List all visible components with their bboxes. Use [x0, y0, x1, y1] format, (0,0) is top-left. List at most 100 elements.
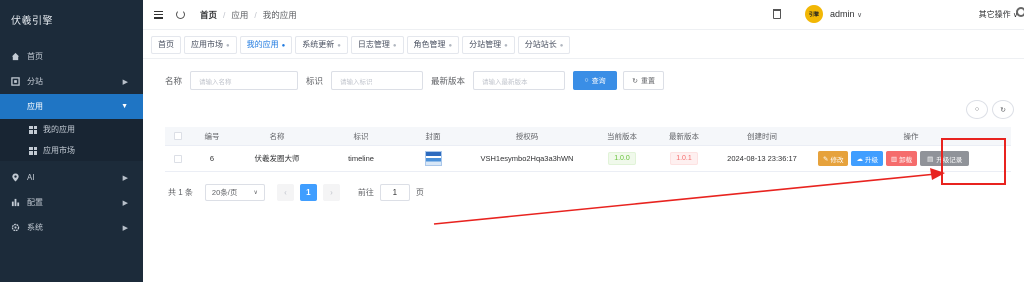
cell-id: 6: [209, 154, 215, 163]
sidebar-item-ai[interactable]: AI ▶: [0, 165, 143, 190]
tab-log-management[interactable]: 日志管理 ●: [350, 35, 404, 54]
toggle-search-button[interactable]: ○: [966, 100, 988, 119]
breadcrumb-apps: 应用: [231, 9, 249, 20]
prev-page-button[interactable]: ‹: [276, 184, 294, 201]
cell-created-at: 2024-08-13 23:36:17: [727, 154, 797, 163]
sidebar-item-label: 应用: [27, 102, 43, 111]
tab-substation-management[interactable]: 分站管理 ●: [462, 35, 515, 54]
tab-label: 日志管理: [357, 39, 390, 49]
edit-button[interactable]: ✎ 修改: [818, 151, 849, 166]
breadcrumb-home[interactable]: 首页: [200, 9, 217, 21]
goto-page-input[interactable]: 1: [379, 184, 410, 201]
refresh-table-button[interactable]: ↻: [992, 100, 1014, 119]
table-header: 编号 名称 标识 封面 授权码 当前版本 最新版本 创建时间 操作: [165, 127, 1011, 146]
chevron-right-icon: ▶: [122, 224, 128, 232]
tab-label: 应用市场: [191, 39, 223, 49]
breadcrumb-separator: /: [254, 9, 257, 20]
pagination: 共 1 条 20条/页 ∨ ‹ 1 › 前往 1 页: [168, 184, 424, 201]
tab-label: 首页: [158, 39, 174, 49]
tab-role-management[interactable]: 角色管理 ●: [406, 35, 460, 54]
reset-button[interactable]: ↻ 重置: [623, 71, 665, 90]
home-icon: [11, 52, 20, 61]
select-all-checkbox[interactable]: [174, 132, 182, 140]
sidebar-subitem-my-apps[interactable]: 我的应用: [0, 119, 143, 140]
upgrade-button[interactable]: ☁ 升级: [851, 151, 883, 166]
tab-label: 角色管理: [413, 39, 446, 49]
tab-label: 分站站长: [524, 39, 557, 49]
sidebar-item-apps[interactable]: 应用 ▼: [0, 94, 143, 119]
sidebar-item-home[interactable]: 首页: [0, 44, 143, 69]
tab-app-market[interactable]: 应用市场 ●: [184, 35, 237, 54]
sidebar-item-config[interactable]: 配置 ▶: [0, 190, 143, 215]
name-input[interactable]: 请输入名称: [190, 71, 299, 90]
column-header: 封面: [425, 131, 441, 141]
current-version-tag: 1.0.0: [608, 152, 636, 165]
cell-latest-version: 1.0.1: [655, 152, 713, 165]
cell-name: 伏羲发圈大师: [254, 154, 300, 163]
tab-home[interactable]: 首页: [151, 35, 181, 54]
cell-auth-code: VSH1esymbo2Hqa3a3hWN: [480, 154, 574, 163]
next-page-button[interactable]: ›: [322, 184, 340, 201]
select-all-cell: [165, 132, 191, 140]
user-menu[interactable]: admin ∨: [830, 9, 862, 19]
breadcrumb-separator: /: [223, 9, 226, 20]
page-size-select[interactable]: 20条/页 ∨: [204, 184, 265, 201]
close-icon[interactable]: ●: [337, 43, 341, 49]
latest-version-tag: 1.0.1: [670, 152, 698, 165]
cell-operations: ✎ 修改 ☁ 升级 ▥ 卸载 ▤ 升级记录: [811, 151, 1011, 166]
query-button-label: 查询: [591, 77, 606, 85]
tab-label: 我的应用: [246, 39, 279, 49]
calendar-icon: ▤: [927, 155, 934, 163]
chevron-right-icon: ▶: [122, 78, 128, 86]
sidebar-item-label: 首页: [27, 52, 43, 61]
row-checkbox[interactable]: [174, 154, 182, 163]
uninstall-button[interactable]: ▥ 卸载: [885, 151, 918, 166]
chevron-right-icon: ▶: [122, 199, 128, 207]
column-header: 操作: [903, 131, 919, 141]
tab-label: 系统更新: [302, 39, 335, 49]
menu-toggle-icon[interactable]: [154, 10, 163, 19]
annotation-arrow: [433, 173, 937, 225]
refresh-icon: ↻: [632, 77, 638, 85]
sidebar-item-label: 系统: [27, 223, 43, 232]
page-unit-label: 页: [415, 188, 424, 197]
sidebar-subitem-label: 应用市场: [43, 146, 75, 155]
ident-label: 标识: [306, 75, 324, 86]
close-icon[interactable]: ●: [393, 43, 397, 49]
chevron-down-icon: ∨: [857, 12, 863, 19]
close-icon[interactable]: ●: [504, 43, 508, 49]
close-icon[interactable]: ●: [226, 43, 230, 49]
close-icon[interactable]: ●: [560, 43, 564, 49]
refresh-icon[interactable]: [176, 10, 185, 19]
page-number[interactable]: 1: [299, 184, 317, 201]
cover-image[interactable]: [424, 151, 442, 166]
edit-button-label: 修改: [830, 156, 844, 164]
edit-icon: ✎: [823, 155, 829, 163]
close-icon[interactable]: ●: [449, 43, 453, 49]
avatar[interactable]: 引擎: [805, 5, 823, 23]
tab-substation-owner[interactable]: 分站站长 ●: [517, 35, 571, 54]
sidebar-item-substation[interactable]: 分站 ▶: [0, 69, 143, 94]
row-select-cell: [165, 154, 191, 163]
other-operations-dropdown[interactable]: 其它操作 ∨: [979, 9, 1018, 20]
sidebar-item-system[interactable]: 系统 ▶: [0, 215, 143, 240]
latest-version-input[interactable]: 请输入最新版本: [473, 71, 566, 90]
sidebar-subitem-app-market[interactable]: 应用市场: [0, 140, 143, 161]
apps-icon: [29, 146, 37, 155]
sidebar-item-label: AI: [27, 173, 35, 182]
cloud-upload-icon: ☁: [856, 155, 863, 163]
tab-my-apps[interactable]: 我的应用 ●: [239, 35, 293, 54]
apps-table: 编号 名称 标识 封面 授权码 当前版本 最新版本 创建时间 操作 6 伏羲发圈…: [165, 127, 1011, 172]
chevron-down-icon: ∨: [253, 190, 258, 196]
close-icon[interactable]: ●: [282, 43, 286, 49]
trash-icon[interactable]: [773, 9, 781, 19]
uninstall-button-label: 卸载: [899, 156, 913, 164]
other-operations-label: 其它操作: [978, 10, 1011, 19]
username: admin: [830, 9, 855, 19]
tab-system-update[interactable]: 系统更新 ●: [295, 35, 348, 54]
column-header: 创建时间: [747, 131, 777, 141]
ident-input[interactable]: 请输入标识: [331, 71, 424, 90]
query-button[interactable]: ○ 查询: [573, 71, 618, 90]
upgrade-history-button[interactable]: ▤ 升级记录: [920, 151, 970, 166]
sidebar: 伏羲引擎 首页 分站 ▶ 应用 ▼ 我的应用 应用市场 AI ▶ 配置 ▶ 系统…: [0, 0, 143, 282]
